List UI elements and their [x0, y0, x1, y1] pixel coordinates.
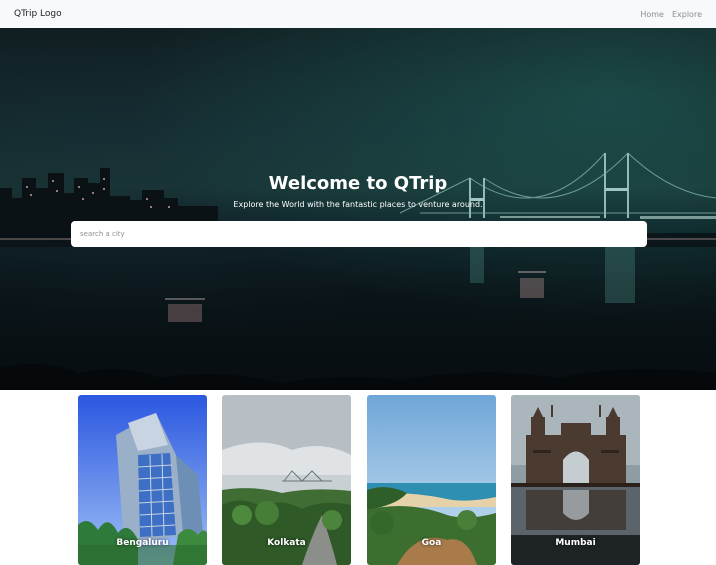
nav-link-explore[interactable]: Explore	[672, 10, 702, 19]
city-grid: Bengaluru Kolkata Goa Mumbai	[0, 390, 716, 565]
city-name: Bengaluru	[116, 538, 169, 548]
hero-subtitle: Explore the World with the fantastic pla…	[233, 200, 483, 209]
nav-links: Home Explore	[640, 10, 702, 19]
city-card-mumbai[interactable]: Mumbai	[511, 395, 640, 565]
city-name: Mumbai	[555, 538, 596, 548]
city-search-input[interactable]	[71, 221, 647, 247]
city-card-goa[interactable]: Goa	[367, 395, 496, 565]
hero-title: Welcome to QTrip	[268, 173, 448, 194]
city-name: Goa	[421, 538, 442, 548]
navbar: QTrip Logo Home Explore	[0, 0, 716, 28]
city-card-bengaluru[interactable]: Bengaluru	[78, 395, 207, 565]
city-name: Kolkata	[267, 538, 306, 548]
hero-cityscape-image	[0, 152, 716, 390]
city-card-kolkata[interactable]: Kolkata	[222, 395, 351, 565]
site-logo[interactable]: QTrip Logo	[14, 9, 62, 19]
nav-link-home[interactable]: Home	[640, 10, 664, 19]
hero-banner: Welcome to QTrip Explore the World with …	[0, 28, 716, 390]
